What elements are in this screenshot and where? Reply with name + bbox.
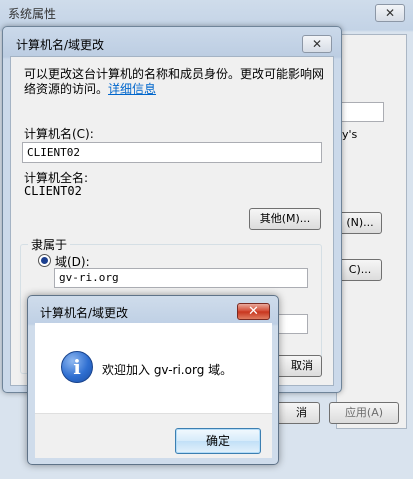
message-box-title: 计算机名/域更改 [40,306,129,320]
info-icon: i [61,351,93,383]
domain-radio-dot [41,257,48,264]
full-computer-name-value: CLIENT02 [24,184,82,198]
partial-description-text: y's [342,128,358,141]
ok-button[interactable]: 确定 [175,428,261,454]
domain-input[interactable]: gv-ri.org [54,268,308,288]
description-text: 可以更改这台计算机的名称和成员身份。更改可能影响网络资源的访问。 [24,67,325,96]
apply-button[interactable]: 应用(A) [329,402,399,424]
computer-name-input[interactable]: CLIENT02 [22,142,322,163]
system-properties-title: 系统属性 [8,7,57,21]
domain-radio[interactable] [38,254,51,267]
more-button[interactable]: 其他(M)... [249,208,321,230]
member-of-label: 隶属于 [28,236,71,253]
computer-name-dialog-close-button[interactable]: ✕ [302,35,332,53]
computer-name-dialog-title: 计算机名/域更改 [16,38,105,52]
message-box-close-button[interactable]: ✕ [237,303,270,320]
change-button[interactable]: C)... [338,259,382,281]
computer-name-label: 计算机名(C): [24,127,94,141]
welcome-message: 欢迎加入 gv-ri.org 域。 [102,363,233,377]
dialog-description: 可以更改这台计算机的名称和成员身份。更改可能影响网络资源的访问。详细信息 [24,67,329,97]
system-properties-close-button[interactable]: ✕ [375,4,405,22]
computer-description-field[interactable] [338,102,384,122]
details-link[interactable]: 详细信息 [108,82,156,96]
network-id-button[interactable]: (N)... [338,212,382,234]
